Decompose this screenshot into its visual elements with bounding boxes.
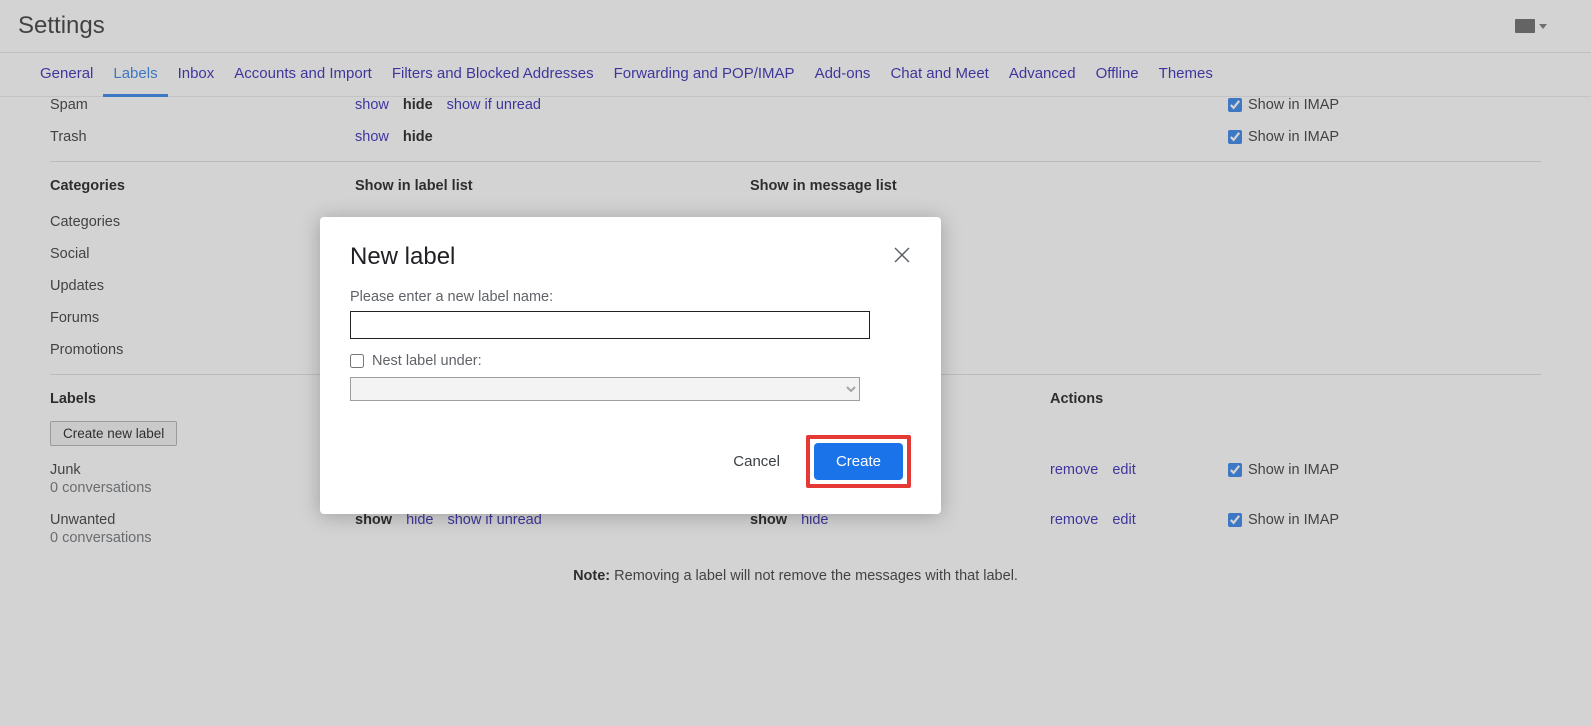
- modal-title: New label: [350, 243, 455, 271]
- cancel-button[interactable]: Cancel: [715, 445, 798, 478]
- nest-label-text: Nest label under:: [372, 353, 482, 369]
- nest-label-checkbox[interactable]: [350, 354, 364, 368]
- label-name-input[interactable]: [350, 311, 870, 339]
- label-name-prompt: Please enter a new label name:: [350, 289, 911, 305]
- create-button[interactable]: Create: [814, 443, 903, 480]
- new-label-modal: New label Please enter a new label name:…: [320, 217, 941, 514]
- close-icon[interactable]: [893, 246, 911, 269]
- nest-parent-select[interactable]: [350, 377, 860, 401]
- create-button-highlight: Create: [806, 435, 911, 488]
